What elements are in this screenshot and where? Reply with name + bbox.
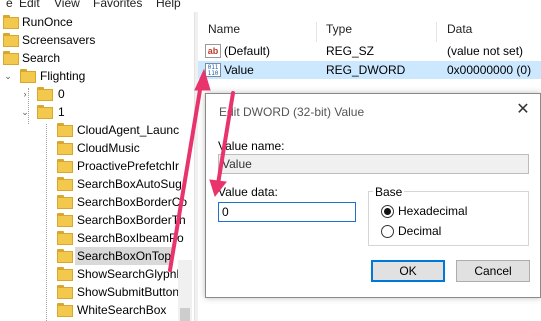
- menu-view[interactable]: View: [54, 0, 80, 10]
- folder-icon: [57, 230, 73, 245]
- folder-icon: [57, 158, 73, 173]
- base-groupbox: [368, 191, 529, 246]
- tree-item-searchboxborderthickness[interactable]: SearchBoxBorderTh: [0, 211, 196, 229]
- folder-icon: [57, 122, 73, 137]
- tree-scrollbar[interactable]: [178, 260, 192, 321]
- folder-icon: [57, 248, 73, 263]
- value-name-field: Value: [218, 154, 529, 174]
- folder-icon: [3, 50, 19, 65]
- ok-button[interactable]: OK: [371, 260, 445, 282]
- folder-icon: [57, 212, 73, 227]
- column-divider[interactable]: [316, 22, 317, 42]
- binary-value-icon: 011 110: [205, 63, 221, 77]
- chevron-down-icon[interactable]: ⌄: [19, 103, 31, 121]
- tree-item-searchboxbordercolor[interactable]: SearchBoxBorderCo: [0, 193, 196, 211]
- tree-item-searchboxontop[interactable]: SearchBoxOnTop: [0, 247, 196, 265]
- value-name-label: Value name:: [218, 139, 285, 153]
- folder-icon: [20, 68, 36, 83]
- string-value-icon: ab: [205, 44, 221, 58]
- tree-item-search[interactable]: Search: [0, 49, 196, 67]
- hexadecimal-radio[interactable]: [381, 205, 394, 218]
- tree-item-whitesearchbox[interactable]: WhiteSearchBox: [0, 301, 196, 319]
- tree-item-cloudmusic[interactable]: CloudMusic: [0, 139, 196, 157]
- folder-icon: [37, 86, 53, 101]
- folder-icon: [57, 266, 73, 281]
- column-header-data[interactable]: Data: [447, 22, 472, 36]
- tree-item-1[interactable]: ⌄ 1: [0, 103, 196, 121]
- menu-favorites[interactable]: Favorites: [93, 0, 142, 10]
- tree-item-runonce[interactable]: RunOnce: [0, 13, 196, 31]
- registry-tree[interactable]: RunOnce Screensavers Search ⌄ Flighting …: [0, 12, 196, 321]
- edit-dword-dialog: Edit DWORD (32-bit) Value ✕ Value name: …: [205, 93, 541, 298]
- base-label: Base: [373, 185, 405, 199]
- tree-item-cloudagent[interactable]: CloudAgent_Launc: [0, 121, 196, 139]
- folder-icon: [57, 140, 73, 155]
- menu-edit[interactable]: Edit: [19, 0, 40, 10]
- folder-icon: [57, 302, 73, 317]
- tree-item-showsearchglyph[interactable]: ShowSearchGlyphL: [0, 265, 196, 283]
- dialog-title: Edit DWORD (32-bit) Value: [219, 105, 365, 119]
- menu-bar: e Edit View Favorites Help: [0, 0, 541, 12]
- menu-help[interactable]: Help: [156, 0, 181, 10]
- folder-icon: [3, 32, 19, 47]
- hexadecimal-label[interactable]: Hexadecimal: [398, 204, 467, 218]
- scrollbar-thumb[interactable]: [180, 308, 190, 321]
- value-data-label: Value data:: [218, 185, 278, 199]
- decimal-label[interactable]: Decimal: [398, 224, 441, 238]
- column-header-type[interactable]: Type: [326, 22, 352, 36]
- tree-item-screensavers[interactable]: Screensavers: [0, 31, 196, 49]
- close-icon[interactable]: ✕: [513, 100, 533, 120]
- folder-icon: [57, 284, 73, 299]
- tree-item-0[interactable]: › 0: [0, 85, 196, 103]
- tree-item-searchboxibeampos[interactable]: SearchBoxIbeamPo: [0, 229, 196, 247]
- cancel-button[interactable]: Cancel: [456, 260, 530, 282]
- tree-item-searchboxautosug[interactable]: SearchBoxAutoSug: [0, 175, 196, 193]
- folder-icon: [57, 194, 73, 209]
- list-row-default[interactable]: ab (Default) REG_SZ (value not set): [198, 42, 541, 60]
- chevron-right-icon[interactable]: ›: [19, 85, 31, 103]
- column-divider[interactable]: [436, 22, 437, 42]
- tree-item-showsubmitbutton[interactable]: ShowSubmitButton: [0, 283, 196, 301]
- tree-item-flighting[interactable]: ⌄ Flighting: [0, 67, 196, 85]
- chevron-down-icon[interactable]: ⌄: [2, 67, 14, 85]
- folder-icon: [57, 176, 73, 191]
- value-data-input[interactable]: 0: [218, 202, 356, 222]
- folder-icon: [3, 14, 19, 29]
- tree-item-proactiveprefetch[interactable]: ProactivePrefetchIr: [0, 157, 196, 175]
- menu-file[interactable]: e: [6, 0, 13, 10]
- decimal-radio[interactable]: [381, 225, 394, 238]
- folder-icon: [37, 104, 53, 119]
- list-row-value[interactable]: 011 110 Value REG_DWORD 0x00000000 (0): [198, 61, 541, 79]
- list-header: Name Type Data: [198, 22, 541, 42]
- column-header-name[interactable]: Name: [208, 22, 240, 36]
